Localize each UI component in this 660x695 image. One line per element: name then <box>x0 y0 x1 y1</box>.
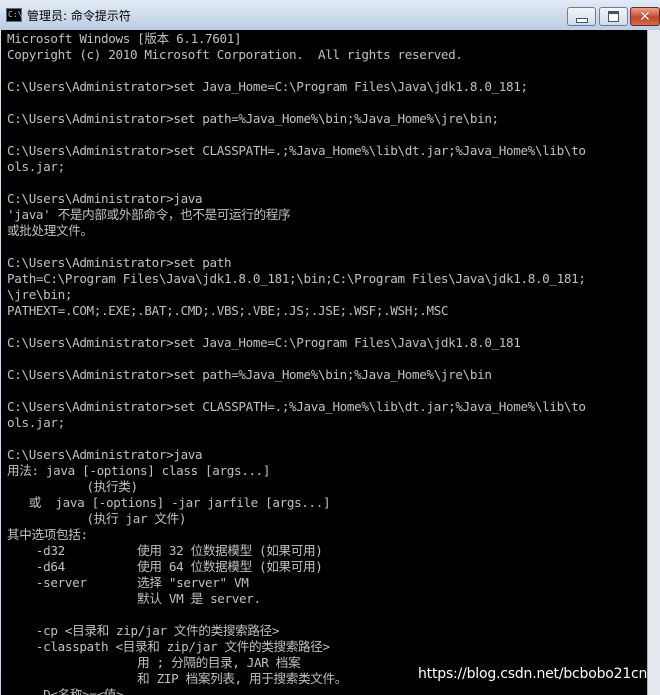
console-line: Microsoft Windows [版本 6.1.7601] <box>7 31 242 46</box>
console-line: -D<名称>=<值> <box>7 687 124 695</box>
console-line: ols.jar; <box>7 159 65 174</box>
console-line: 或批处理文件。 <box>7 223 93 238</box>
console-line: C:\Users\Administrator>set CLASSPATH=.;%… <box>7 399 586 414</box>
console-line: 默认 VM 是 server. <box>7 591 261 606</box>
maximize-icon <box>608 11 619 22</box>
console-line: Copyright (c) 2010 Microsoft Corporation… <box>7 47 463 62</box>
console-line: C:\Users\Administrator>set Java_Home=C:\… <box>7 335 521 350</box>
close-button[interactable]: ✕ <box>630 7 660 26</box>
console-line: -classpath <目录和 zip/jar 文件的类搜索路径> <box>7 639 330 654</box>
console-line: ols.jar; <box>7 415 65 430</box>
console-line: C:\Users\Administrator>set Java_Home=C:\… <box>7 79 528 94</box>
console-line: \jre\bin; <box>7 287 73 302</box>
console-line: (执行 jar 文件) <box>7 511 187 526</box>
console-line: C:\Users\Administrator>java <box>7 447 203 462</box>
console-line: Path=C:\Program Files\Java\jdk1.8.0_181;… <box>7 271 586 286</box>
watermark-text: https://blog.csdn.net/bcbobo21cn <box>418 666 648 682</box>
cmd-icon[interactable]: C:\ <box>6 8 22 22</box>
console-line: C:\Users\Administrator>set CLASSPATH=.;%… <box>7 143 586 158</box>
console-line: 或 java [-options] -jar jarfile [args...] <box>7 495 331 510</box>
console-line: C:\Users\Administrator>set path=%Java_Ho… <box>7 111 499 126</box>
console-line: C:\Users\Administrator>set path=%Java_Ho… <box>7 367 492 382</box>
minimize-icon <box>575 17 588 23</box>
console-line: -d64 使用 64 位数据模型 (如果可用) <box>7 559 323 574</box>
maximize-button[interactable] <box>599 7 628 26</box>
console-line: PATHEXT=.COM;.EXE;.BAT;.CMD;.VBS;.VBE;.J… <box>7 303 449 318</box>
console-line: -server 选择 "server" VM <box>7 575 249 590</box>
console-lines: Microsoft Windows [版本 6.1.7601] Copyright… <box>7 31 586 695</box>
console-line: C:\Users\Administrator>java <box>7 191 203 206</box>
console-line: -d32 使用 32 位数据模型 (如果可用) <box>7 543 323 558</box>
console-line: C:\Users\Administrator>set path <box>7 255 232 270</box>
console-line: 用法: java [-options] class [args...] <box>7 463 271 478</box>
window-title: 管理员: 命令提示符 <box>27 9 131 23</box>
console-output[interactable]: Microsoft Windows [版本 6.1.7601] Copyright… <box>1 30 647 695</box>
close-icon: ✕ <box>639 8 651 25</box>
minimize-button[interactable] <box>567 7 596 26</box>
console-line: 'java' 不是内部或外部命令，也不是可运行的程序 <box>7 207 291 222</box>
vertical-scrollbar[interactable] <box>647 30 660 695</box>
console-line: 其中选项包括: <box>7 527 88 542</box>
command-prompt-window: C:\ 管理员: 命令提示符 ✕ Microsoft Windows [版本 6… <box>0 0 660 695</box>
title-bar[interactable]: C:\ 管理员: 命令提示符 ✕ <box>0 0 660 30</box>
console-line: (执行类) <box>7 479 139 494</box>
console-line: -cp <目录和 zip/jar 文件的类搜索路径> <box>7 623 280 638</box>
